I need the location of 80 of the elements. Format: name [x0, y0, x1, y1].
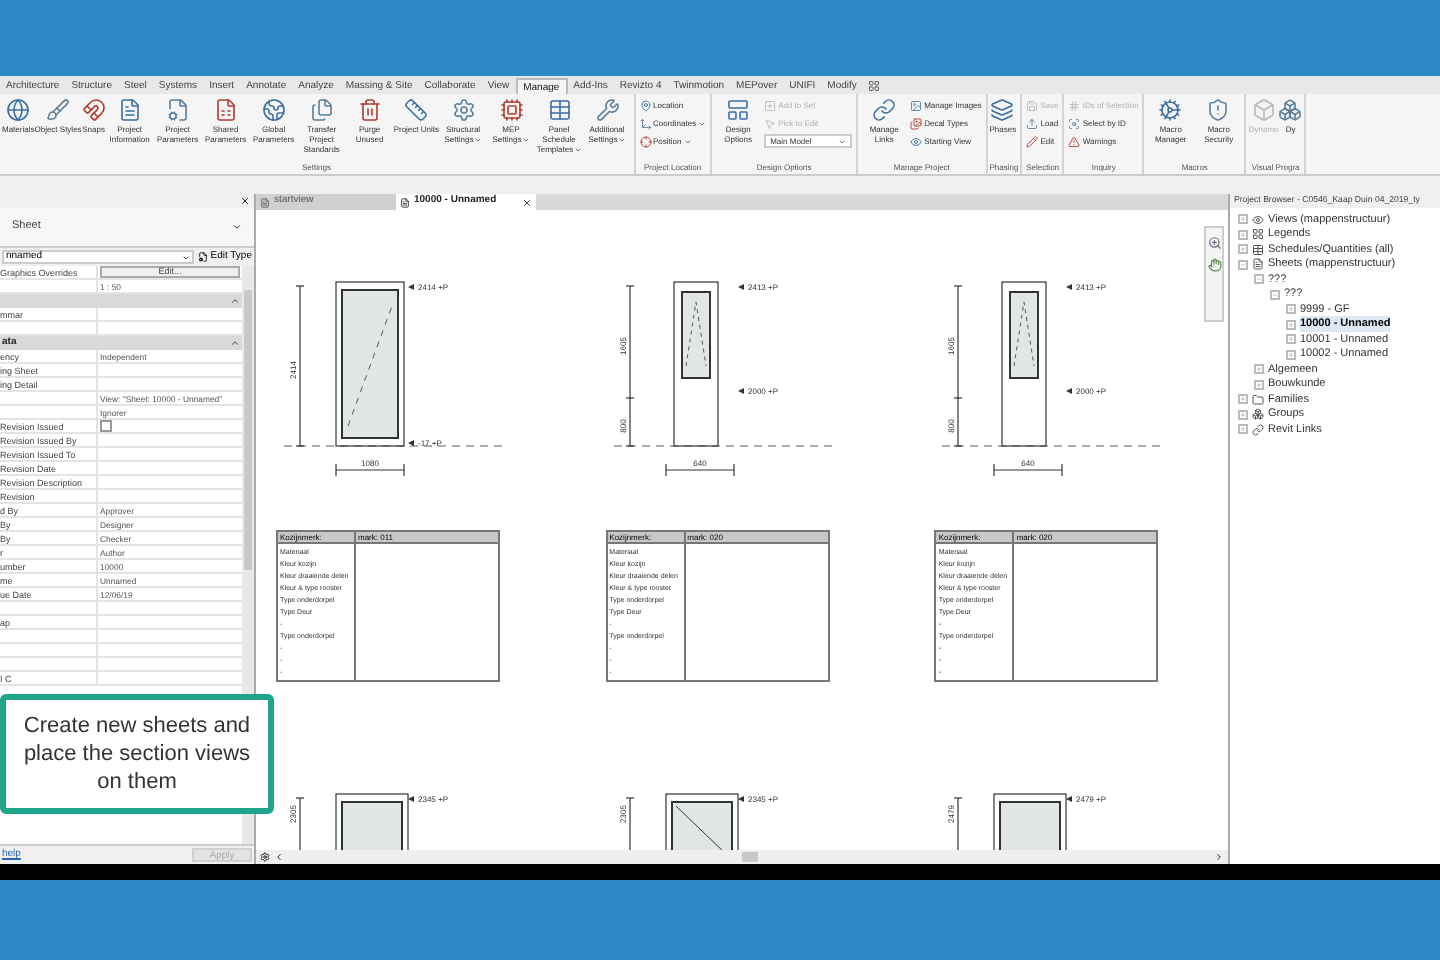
boxes-icon — [1252, 408, 1264, 421]
search-icon — [1068, 118, 1081, 130]
eye-icon — [1252, 213, 1264, 226]
globe-icon — [261, 98, 286, 122]
gear-icon — [1158, 98, 1183, 122]
eye-icon — [910, 136, 923, 148]
document-icon — [117, 98, 142, 122]
document-icon — [260, 197, 270, 207]
caret-icon — [232, 222, 242, 232]
upload-icon — [1026, 118, 1039, 130]
boxes-icon — [1278, 98, 1303, 122]
expand-icon[interactable] — [1286, 304, 1296, 315]
warning-icon — [1068, 136, 1081, 148]
expand-icon[interactable] — [1254, 364, 1264, 375]
expand-icon[interactable] — [1254, 379, 1264, 390]
brush-icon — [46, 98, 71, 122]
expand-icon[interactable] — [1238, 394, 1248, 405]
collapse-icon — [230, 296, 240, 306]
expand-icon[interactable] — [1286, 334, 1296, 345]
ruler-icon — [404, 98, 429, 122]
trash-icon — [357, 98, 382, 122]
magnet-icon — [81, 98, 106, 122]
level-marker-icon — [408, 284, 414, 290]
box-icon — [1251, 98, 1276, 122]
checkbox[interactable] — [100, 420, 112, 432]
document-gear-icon — [165, 98, 190, 122]
link-icon — [872, 98, 897, 122]
expand-icon[interactable] — [1238, 214, 1248, 225]
scroll-right-icon[interactable] — [1214, 852, 1224, 862]
gear-icon[interactable] — [260, 852, 270, 862]
add-icon — [764, 100, 777, 112]
collapse-icon[interactable] — [1254, 274, 1264, 285]
save-icon — [1026, 100, 1039, 112]
level-marker-icon — [1066, 388, 1073, 394]
pin-icon — [639, 100, 651, 112]
panel-icon — [726, 98, 751, 122]
crosshair-icon — [639, 136, 651, 148]
expand-icon[interactable] — [1238, 409, 1248, 420]
documents-icon — [309, 98, 334, 122]
document-icon — [1252, 258, 1264, 271]
chip-icon — [499, 98, 523, 122]
image-icon — [910, 100, 923, 112]
scrollbar-thumb[interactable] — [244, 290, 252, 570]
scroll-left-icon[interactable] — [274, 852, 284, 862]
callout-text: Create new sheets and place the section views on them — [21, 712, 253, 796]
axes-icon — [639, 118, 651, 130]
level-marker-icon — [737, 388, 744, 394]
layers-icon — [990, 98, 1015, 122]
link-icon — [1252, 423, 1264, 436]
images-icon — [910, 118, 923, 130]
level-marker-icon — [1066, 284, 1073, 290]
pencil-icon — [1026, 136, 1039, 148]
document-gear-icon — [198, 252, 209, 262]
collapse-icon[interactable] — [1270, 289, 1280, 300]
expand-icon[interactable] — [1286, 319, 1296, 330]
expand-icon[interactable] — [1238, 244, 1248, 255]
wrench-icon — [595, 98, 619, 122]
collapse-icon[interactable] — [1238, 259, 1248, 270]
zoom-icon[interactable] — [1207, 236, 1221, 250]
sphere-icon — [6, 98, 31, 122]
spreadsheet-icon — [213, 98, 238, 122]
expand-icon[interactable] — [1238, 229, 1248, 240]
hash-icon — [1068, 100, 1081, 112]
pointer-icon — [764, 118, 777, 130]
level-marker-icon — [737, 284, 744, 290]
pan-icon[interactable] — [1207, 258, 1221, 272]
table-icon — [1252, 243, 1264, 256]
shield-icon — [1206, 98, 1231, 122]
table-icon — [547, 98, 571, 122]
panel-toggle-icon[interactable] — [868, 80, 881, 92]
horizontal-scrollbar[interactable] — [256, 850, 1228, 864]
collapse-icon — [230, 338, 240, 348]
navigation-bar[interactable] — [1204, 226, 1224, 322]
gear-icon — [451, 98, 475, 122]
folder-icon — [1252, 393, 1264, 406]
document-icon — [400, 197, 410, 207]
section-header[interactable] — [0, 294, 242, 308]
expand-icon[interactable] — [1286, 349, 1296, 360]
expand-icon[interactable] — [1238, 424, 1248, 435]
grid-icon — [1252, 228, 1264, 241]
